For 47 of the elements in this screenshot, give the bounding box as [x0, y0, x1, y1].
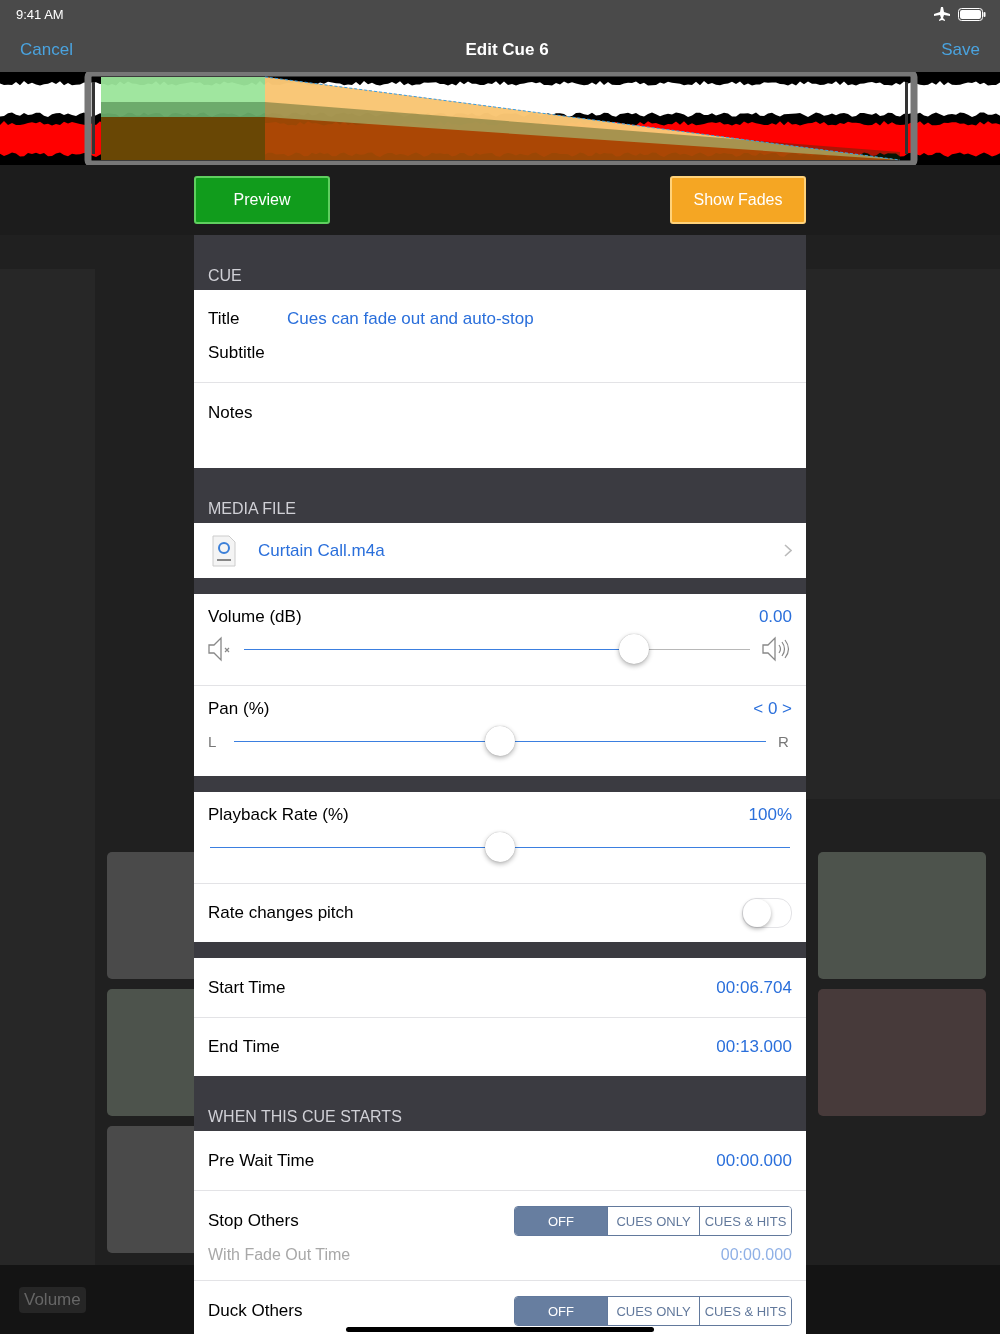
segment-option[interactable]: CUES & HITS — [699, 1297, 791, 1325]
row-label: Pre Wait Time — [208, 1150, 315, 1171]
field-label: Notes — [208, 403, 253, 422]
title-field[interactable]: Cues can fade out and auto-stop — [287, 309, 534, 329]
speaker-loud-icon — [762, 636, 792, 662]
volume-tab[interactable]: Volume — [19, 1286, 86, 1313]
section-header: WHEN THIS CUE STARTS — [208, 1108, 402, 1126]
segment-option[interactable]: OFF — [515, 1207, 607, 1235]
preview-button[interactable]: Preview — [194, 176, 330, 224]
slider-value: < 0 > — [753, 699, 792, 719]
toggle-switch[interactable] — [742, 898, 792, 928]
field-label: Subtitle — [208, 343, 266, 363]
slider-label: Pan (%) — [208, 699, 270, 719]
slider-label: Volume (dB) — [208, 607, 302, 627]
row-label: Stop Others — [208, 1211, 299, 1231]
row-label: Start Time — [208, 977, 286, 998]
slider-value: 0.00 — [758, 607, 792, 627]
mute-icon — [208, 636, 232, 662]
segment-option[interactable]: OFF — [515, 1297, 607, 1325]
slider-min-label: L — [208, 732, 218, 750]
chevron-right-icon — [784, 544, 792, 557]
battery-icon — [958, 7, 986, 21]
audio-file-icon — [212, 534, 236, 567]
cancel-button[interactable]: Cancel — [20, 40, 73, 60]
nav-title: Edit Cue 6 — [465, 40, 549, 60]
segment-option[interactable]: CUES & HITS — [699, 1207, 791, 1235]
status-time: 9:41 AM — [16, 6, 64, 22]
slider-value: 100% — [748, 805, 792, 825]
time-value[interactable]: 00:13.000 — [716, 1037, 792, 1057]
row-label: With Fade Out Time — [208, 1246, 351, 1264]
time-value[interactable]: 00:06.704 — [716, 977, 792, 998]
row-label: End Time — [208, 1037, 280, 1057]
slider-max-label: R — [778, 732, 790, 750]
waveform-drawing[interactable] — [0, 72, 1000, 165]
time-value[interactable]: 00:00.000 — [716, 1150, 792, 1171]
section-header: MEDIA FILE — [208, 500, 297, 518]
slider-label: Playback Rate (%) — [208, 805, 349, 825]
save-button[interactable]: Save — [941, 40, 980, 60]
toggle-label: Rate changes pitch — [208, 903, 354, 923]
slider-thumb[interactable] — [485, 725, 515, 756]
row-label: Duck Others — [208, 1301, 303, 1321]
media-file-link[interactable]: Curtain Call.m4a — [258, 540, 385, 561]
section-header: CUE — [208, 267, 242, 285]
slider-thumb[interactable] — [618, 633, 649, 664]
slider-thumb[interactable] — [485, 831, 515, 862]
field-label: Title — [208, 309, 241, 329]
airplane-icon — [934, 7, 950, 21]
